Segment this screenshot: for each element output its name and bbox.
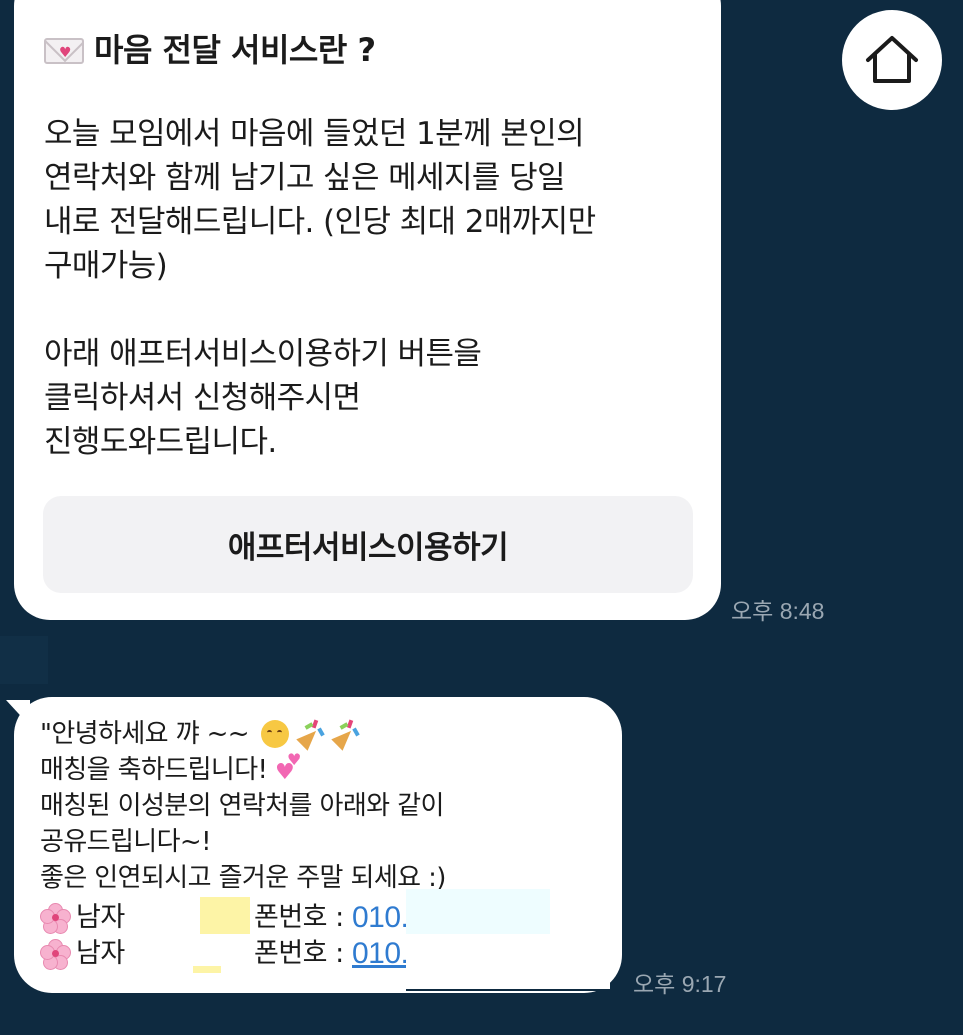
party-popper-icon — [296, 719, 326, 751]
phone-label: 폰번호 : — [254, 902, 344, 933]
redaction-block — [200, 897, 250, 934]
message-line: 좋은 인연되시고 즐거운 주말 되세요 :) — [40, 863, 446, 893]
greeting-text: "안녕하세요 꺄 ~~ — [40, 719, 250, 749]
contact-gender: 남자 — [40, 936, 125, 972]
card-text-line: 내로 전달해드립니다. (인당 최대 2매까지만 — [44, 204, 596, 240]
message-line: 매칭된 이성분의 연락처를 아래와 같이 — [40, 791, 444, 821]
phone-number-link[interactable]: 010. — [352, 900, 409, 936]
card-text-line: 진행도와드립니다. — [44, 424, 277, 460]
message-line: "안녕하세요 꺄 ~~ — [40, 716, 446, 752]
card-title: ♥ 마음 전달 서비스란 ? — [44, 28, 376, 72]
card-paragraph-1: 오늘 모임에서 마음에 들었던 1분께 본인의 연락처와 함께 남기고 싶은 메… — [44, 112, 596, 288]
phone-number-link[interactable]: 010. — [352, 936, 409, 972]
after-service-button[interactable]: 애프터서비스이용하기 — [43, 496, 693, 593]
partying-face-icon — [260, 720, 289, 748]
two-hearts-icon: ♥ ♥ — [275, 750, 301, 785]
redaction-block — [193, 966, 221, 973]
card-text-line: 아래 애프터서비스이용하기 버튼을 — [44, 336, 482, 372]
congrats-text: 매칭을 축하드립니다! — [40, 755, 268, 785]
card-text-line: 오늘 모임에서 마음에 들었던 1분께 본인의 — [44, 116, 585, 152]
party-popper-icon — [331, 719, 360, 751]
card-text-line: 구매가능) — [44, 248, 168, 284]
gender-label: 남자 — [76, 902, 125, 933]
message-timestamp: 오후 9:17 — [633, 971, 727, 997]
card-paragraph-2: 아래 애프터서비스이용하기 버튼을 클릭하셔서 신청해주시면 진행도와드립니다. — [44, 332, 482, 464]
message-line: 매칭을 축하드립니다! ♥ ♥ — [40, 752, 446, 788]
home-icon — [866, 36, 918, 83]
card-message-bubble: ♥ 마음 전달 서비스란 ? 오늘 모임에서 마음에 들었던 1분께 본인의 연… — [14, 0, 721, 620]
love-letter-icon: ♥ — [44, 38, 84, 64]
gender-label: 남자 — [76, 938, 125, 969]
cherry-blossom-icon — [40, 939, 71, 970]
card-text-line: 연락처와 함께 남기고 싶은 메세지를 당일 — [44, 160, 566, 196]
avatar — [0, 636, 48, 684]
match-message-text: "안녕하세요 꺄 ~~ 매칭을 축하드립니다! ♥ ♥ 매칭된 이성분의 연락처를… — [40, 716, 446, 896]
home-button[interactable] — [842, 10, 942, 110]
message-line: 공유드립니다~! — [40, 827, 212, 857]
redaction-block — [406, 934, 610, 991]
contact-gender: 남자 — [40, 900, 125, 936]
cherry-blossom-icon — [40, 903, 71, 934]
card-title-text: 마음 전달 서비스란 ? — [94, 31, 376, 69]
redaction-block — [406, 889, 550, 934]
card-text-line: 클릭하셔서 신청해주시면 — [44, 380, 361, 416]
message-timestamp: 오후 8:48 — [731, 598, 825, 624]
phone-label: 폰번호 : — [254, 938, 344, 969]
